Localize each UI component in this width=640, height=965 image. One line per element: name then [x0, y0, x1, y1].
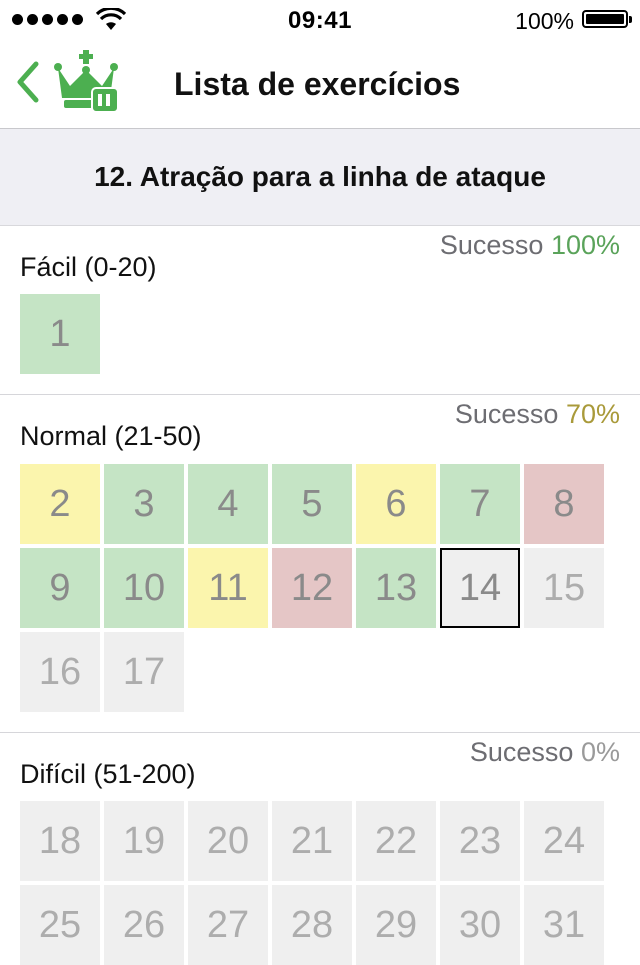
exercise-tile[interactable]: 15 [524, 548, 604, 628]
battery-icon [582, 10, 632, 28]
success-rate: Sucesso 70% [455, 399, 620, 430]
exercise-tile[interactable]: 20 [188, 801, 268, 881]
exercise-tile[interactable]: 5 [272, 464, 352, 544]
exercise-tile[interactable]: 17 [104, 632, 184, 712]
exercise-tile[interactable]: 23 [440, 801, 520, 881]
exercise-tile[interactable]: 22 [356, 801, 436, 881]
success-value: 100% [550, 230, 620, 260]
exercise-tile[interactable]: 1 [20, 294, 100, 374]
exercise-tile[interactable]: 13 [356, 548, 436, 628]
exercise-tile[interactable]: 16 [20, 632, 100, 712]
exercise-tile[interactable]: 9 [20, 548, 100, 628]
exercise-tile[interactable]: 19 [104, 801, 184, 881]
exercise-tile[interactable]: 26 [104, 885, 184, 965]
exercise-tile[interactable]: 28 [272, 885, 352, 965]
exercise-tile[interactable]: 2 [20, 464, 100, 544]
exercise-tile[interactable]: 31 [524, 885, 604, 965]
success-value: 70% [565, 399, 620, 429]
section-label: Difícil (51-200) [20, 759, 196, 789]
exercise-tile[interactable]: 11 [188, 548, 268, 628]
exercise-tile[interactable]: 7 [440, 464, 520, 544]
chess-king-logo-icon[interactable] [52, 46, 120, 118]
success-rate: Sucesso 100% [440, 230, 620, 261]
exercise-tile[interactable]: 10 [104, 548, 184, 628]
exercise-tile[interactable]: 21 [272, 801, 352, 881]
success-value: 0% [580, 737, 620, 767]
battery-percentage: 100% [515, 8, 574, 34]
success-label: Sucesso [439, 230, 544, 260]
exercise-tile[interactable]: 25 [20, 885, 100, 965]
exercise-tile[interactable]: 14 [440, 548, 520, 628]
exercise-tile[interactable]: 4 [188, 464, 268, 544]
success-label: Sucesso [454, 399, 559, 429]
exercise-set-title: 12. Atração para a linha de ataque [0, 129, 640, 226]
status-bar: 09:41 100% [0, 0, 640, 40]
navigation-bar: Lista de exercícios [0, 40, 640, 129]
section-label: Normal (21-50) [20, 421, 202, 451]
exercise-tile[interactable]: 18 [20, 801, 100, 881]
exercise-tile[interactable]: 30 [440, 885, 520, 965]
section-dificil: Sucesso 0% Difícil (51-200) 18 19 20 21 22 23… [0, 733, 640, 965]
exercise-tile[interactable]: 8 [524, 464, 604, 544]
exercise-tile[interactable]: 27 [188, 885, 268, 965]
exercise-tile[interactable]: 29 [356, 885, 436, 965]
exercise-tile[interactable]: 24 [524, 801, 604, 881]
section-label: Fácil (0-20) [20, 252, 157, 282]
back-chevron-icon[interactable] [14, 60, 44, 104]
section-normal: Sucesso 70% Normal (21-50) 2 3 4 5 6 7 8 9 10 11 1… [0, 395, 640, 733]
section-facil: Sucesso 100% Fácil (0-20) 1 [0, 226, 640, 395]
exercise-tile[interactable]: 12 [272, 548, 352, 628]
success-rate: Sucesso 0% [470, 737, 620, 768]
exercise-tile[interactable]: 3 [104, 464, 184, 544]
exercise-tile[interactable]: 6 [356, 464, 436, 544]
success-label: Sucesso [469, 737, 574, 767]
page-title: Lista de exercícios [174, 66, 461, 102]
